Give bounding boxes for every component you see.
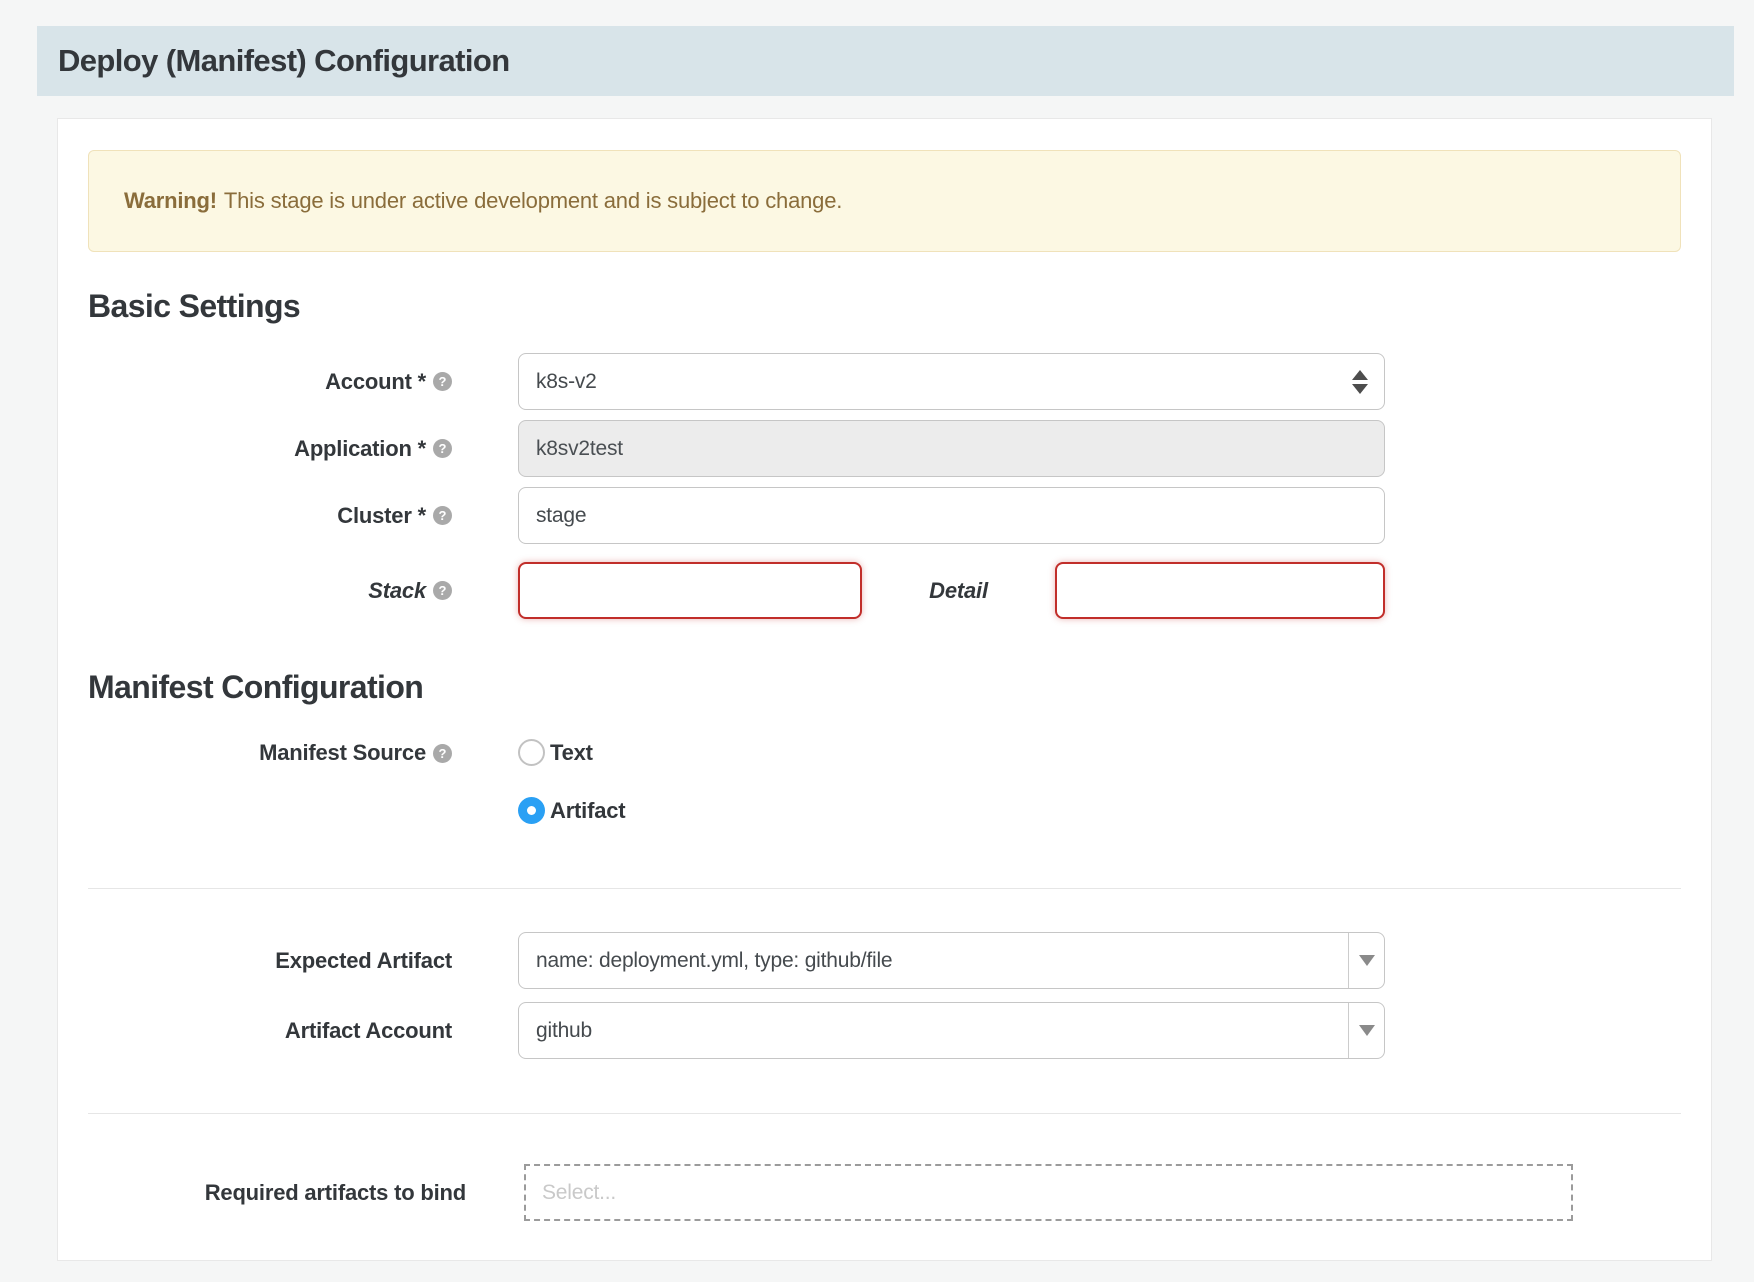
stack-label: Stack: [368, 578, 426, 604]
cluster-input[interactable]: stage: [518, 487, 1385, 544]
detail-label: Detail: [929, 578, 988, 604]
cluster-input-value: stage: [536, 504, 586, 528]
help-icon[interactable]: ?: [433, 744, 452, 763]
artifact-account-label-cell: Artifact Account: [88, 1018, 452, 1044]
required-artifacts-placeholder: Select...: [542, 1181, 616, 1205]
artifact-account-label: Artifact Account: [285, 1018, 452, 1044]
account-label-cell: Account * ?: [88, 369, 452, 395]
expected-artifact-row: Expected Artifact name: deployment.yml, …: [88, 932, 1681, 989]
manifest-source-row: Manifest Source ? Text Artifact: [88, 739, 1681, 824]
stack-label-cell: Stack ?: [88, 578, 452, 604]
page: Deploy (Manifest) Configuration Warning!…: [0, 0, 1754, 1282]
dropdown-caret-button[interactable]: [1348, 1003, 1384, 1058]
stage-config-header: Deploy (Manifest) Configuration: [37, 26, 1734, 96]
manifest-source-label: Manifest Source: [259, 740, 426, 766]
radio-unselected-icon[interactable]: [518, 739, 545, 766]
application-row: Application * ? k8sv2test: [88, 420, 1681, 477]
manifest-source-artifact-label: Artifact: [550, 798, 625, 824]
cluster-label-cell: Cluster * ?: [88, 503, 452, 529]
expected-artifact-dropdown[interactable]: name: deployment.yml, type: github/file: [518, 932, 1385, 989]
account-select[interactable]: k8s-v2: [518, 353, 1385, 410]
manifest-source-text-label: Text: [550, 740, 593, 766]
artifact-account-value: github: [536, 1019, 592, 1043]
application-required-asterisk: *: [418, 436, 426, 461]
account-row: Account * ? k8s-v2: [88, 353, 1681, 410]
select-arrows-icon: [1352, 370, 1368, 394]
required-artifacts-row: Required artifacts to bind Select...: [88, 1164, 1681, 1221]
config-card: Warning! This stage is under active deve…: [57, 118, 1712, 1261]
manifest-source-radio-artifact[interactable]: Artifact: [518, 797, 625, 824]
cluster-label: Cluster: [337, 503, 411, 528]
caret-down-icon: [1359, 955, 1375, 966]
application-label-cell: Application * ?: [88, 436, 452, 462]
detail-input[interactable]: [1055, 562, 1385, 619]
application-input: k8sv2test: [518, 420, 1385, 477]
help-icon[interactable]: ?: [433, 439, 452, 458]
warning-alert: Warning! This stage is under active deve…: [88, 150, 1681, 252]
application-label: Application: [294, 436, 412, 461]
required-artifacts-multiselect[interactable]: Select...: [524, 1164, 1573, 1221]
cluster-required-asterisk: *: [418, 503, 426, 528]
page-title: Deploy (Manifest) Configuration: [58, 43, 510, 79]
expected-artifact-label-cell: Expected Artifact: [88, 948, 452, 974]
stack-input[interactable]: [518, 562, 862, 619]
manifest-source-radio-text[interactable]: Text: [518, 739, 625, 766]
application-input-value: k8sv2test: [536, 437, 623, 461]
account-select-value: k8s-v2: [536, 370, 597, 394]
warning-message: This stage is under active development a…: [224, 188, 842, 214]
caret-down-icon: [1359, 1025, 1375, 1036]
artifact-account-dropdown[interactable]: github: [518, 1002, 1385, 1059]
radio-selected-icon[interactable]: [518, 797, 545, 824]
help-icon[interactable]: ?: [433, 506, 452, 525]
expected-artifact-label: Expected Artifact: [275, 948, 452, 974]
required-artifacts-label-cell: Required artifacts to bind: [88, 1180, 466, 1206]
warning-title: Warning!: [124, 188, 217, 214]
section-divider: [88, 888, 1681, 889]
dropdown-caret-button[interactable]: [1348, 933, 1384, 988]
manifest-configuration-heading: Manifest Configuration: [88, 671, 1681, 703]
expected-artifact-value: name: deployment.yml, type: github/file: [536, 949, 892, 973]
account-required-asterisk: *: [418, 369, 426, 394]
help-icon[interactable]: ?: [433, 581, 452, 600]
section-divider: [88, 1113, 1681, 1114]
account-label: Account: [325, 369, 412, 394]
help-icon[interactable]: ?: [433, 372, 452, 391]
basic-settings-heading: Basic Settings: [88, 290, 1681, 322]
artifact-account-row: Artifact Account github: [88, 1002, 1681, 1059]
required-artifacts-label: Required artifacts to bind: [205, 1180, 466, 1206]
manifest-source-label-cell: Manifest Source ?: [88, 739, 452, 767]
stack-detail-row: Stack ? Detail: [88, 562, 1681, 619]
cluster-row: Cluster * ? stage: [88, 487, 1681, 544]
